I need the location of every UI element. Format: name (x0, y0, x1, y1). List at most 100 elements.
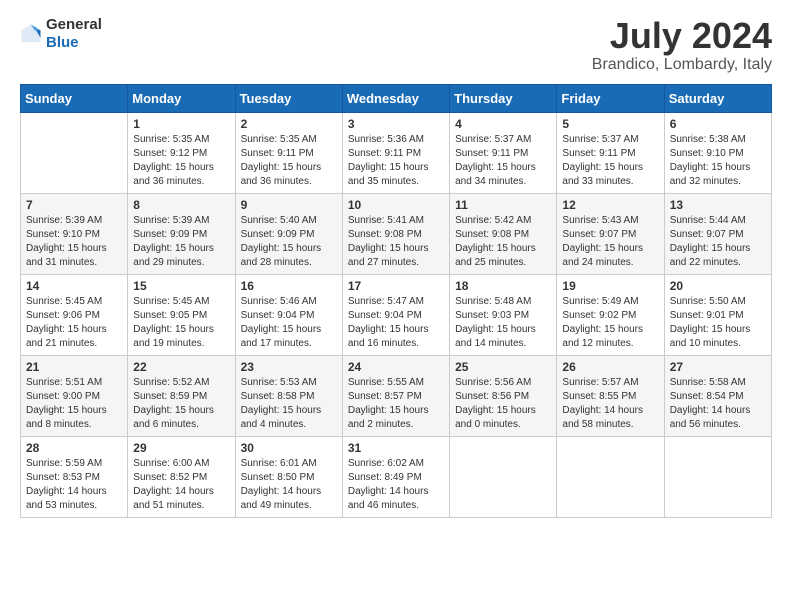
day-number: 6 (670, 117, 766, 131)
day-info: Sunrise: 5:47 AMSunset: 9:04 PMDaylight:… (348, 295, 444, 351)
day-number: 1 (133, 117, 229, 131)
calendar-week-row: 28 Sunrise: 5:59 AMSunset: 8:53 PMDayligh… (21, 436, 772, 517)
day-number: 17 (348, 279, 444, 293)
calendar-cell: 13 Sunrise: 5:44 AMSunset: 9:07 PMDayligh… (664, 193, 771, 274)
day-info: Sunrise: 6:00 AMSunset: 8:52 PMDaylight:… (133, 457, 229, 513)
day-info: Sunrise: 5:56 AMSunset: 8:56 PMDaylight:… (455, 376, 551, 432)
day-number: 28 (26, 441, 122, 455)
day-info: Sunrise: 5:48 AMSunset: 9:03 PMDaylight:… (455, 295, 551, 351)
day-number: 22 (133, 360, 229, 374)
day-info: Sunrise: 5:49 AMSunset: 9:02 PMDaylight:… (562, 295, 658, 351)
day-number: 10 (348, 198, 444, 212)
day-info: Sunrise: 5:58 AMSunset: 8:54 PMDaylight:… (670, 376, 766, 432)
day-number: 13 (670, 198, 766, 212)
calendar-cell (21, 112, 128, 193)
weekday-row: SundayMondayTuesdayWednesdayThursdayFrid… (21, 84, 772, 112)
day-info: Sunrise: 5:46 AMSunset: 9:04 PMDaylight:… (241, 295, 337, 351)
calendar-cell: 9 Sunrise: 5:40 AMSunset: 9:09 PMDaylight… (235, 193, 342, 274)
header: General Blue July 2024 Brandico, Lombard… (20, 16, 772, 74)
day-info: Sunrise: 5:51 AMSunset: 9:00 PMDaylight:… (26, 376, 122, 432)
day-info: Sunrise: 5:39 AMSunset: 9:10 PMDaylight:… (26, 214, 122, 270)
day-number: 31 (348, 441, 444, 455)
calendar-cell: 14 Sunrise: 5:45 AMSunset: 9:06 PMDayligh… (21, 274, 128, 355)
weekday-header: Thursday (450, 84, 557, 112)
day-info: Sunrise: 5:38 AMSunset: 9:10 PMDaylight:… (670, 133, 766, 189)
day-info: Sunrise: 5:37 AMSunset: 9:11 PMDaylight:… (455, 133, 551, 189)
day-info: Sunrise: 5:43 AMSunset: 9:07 PMDaylight:… (562, 214, 658, 270)
day-info: Sunrise: 5:52 AMSunset: 8:59 PMDaylight:… (133, 376, 229, 432)
calendar-cell: 30Sunrise: 6:01 AMSunset: 8:50 PMDayligh… (235, 436, 342, 517)
day-info: Sunrise: 5:35 AMSunset: 9:12 PMDaylight:… (133, 133, 229, 189)
day-number: 5 (562, 117, 658, 131)
day-number: 26 (562, 360, 658, 374)
calendar-cell: 23 Sunrise: 5:53 AMSunset: 8:58 PMDayligh… (235, 355, 342, 436)
day-number: 16 (241, 279, 337, 293)
day-number: 24 (348, 360, 444, 374)
calendar-cell: 16 Sunrise: 5:46 AMSunset: 9:04 PMDayligh… (235, 274, 342, 355)
weekday-header: Saturday (664, 84, 771, 112)
day-number: 19 (562, 279, 658, 293)
day-number: 4 (455, 117, 551, 131)
calendar-cell (664, 436, 771, 517)
calendar-cell: 6 Sunrise: 5:38 AMSunset: 9:10 PMDaylight… (664, 112, 771, 193)
calendar-cell: 28 Sunrise: 5:59 AMSunset: 8:53 PMDayligh… (21, 436, 128, 517)
day-info: Sunrise: 5:42 AMSunset: 9:08 PMDaylight:… (455, 214, 551, 270)
day-number: 14 (26, 279, 122, 293)
day-number: 18 (455, 279, 551, 293)
calendar-cell: 1 Sunrise: 5:35 AMSunset: 9:12 PMDaylight… (128, 112, 235, 193)
logo: General Blue (20, 16, 102, 52)
day-info: Sunrise: 5:40 AMSunset: 9:09 PMDaylight:… (241, 214, 337, 270)
calendar-header: SundayMondayTuesdayWednesdayThursdayFrid… (21, 84, 772, 112)
calendar-cell: 3 Sunrise: 5:36 AMSunset: 9:11 PMDaylight… (342, 112, 449, 193)
calendar-cell: 25Sunrise: 5:56 AMSunset: 8:56 PMDayligh… (450, 355, 557, 436)
day-number: 11 (455, 198, 551, 212)
calendar-cell (557, 436, 664, 517)
calendar-cell: 5Sunrise: 5:37 AMSunset: 9:11 PMDaylight… (557, 112, 664, 193)
day-number: 8 (133, 198, 229, 212)
calendar-cell: 17 Sunrise: 5:47 AMSunset: 9:04 PMDayligh… (342, 274, 449, 355)
calendar-cell: 4 Sunrise: 5:37 AMSunset: 9:11 PMDaylight… (450, 112, 557, 193)
day-info: Sunrise: 5:45 AMSunset: 9:06 PMDaylight:… (26, 295, 122, 351)
day-info: Sunrise: 5:59 AMSunset: 8:53 PMDaylight:… (26, 457, 122, 513)
weekday-header: Friday (557, 84, 664, 112)
calendar-cell: 2Sunrise: 5:35 AMSunset: 9:11 PMDaylight… (235, 112, 342, 193)
day-info: Sunrise: 5:55 AMSunset: 8:57 PMDaylight:… (348, 376, 444, 432)
logo-text: General Blue (46, 16, 102, 52)
calendar-cell: 11 Sunrise: 5:42 AMSunset: 9:08 PMDayligh… (450, 193, 557, 274)
day-info: Sunrise: 5:41 AMSunset: 9:08 PMDaylight:… (348, 214, 444, 270)
calendar-cell: 8Sunrise: 5:39 AMSunset: 9:09 PMDaylight… (128, 193, 235, 274)
calendar-cell: 29 Sunrise: 6:00 AMSunset: 8:52 PMDayligh… (128, 436, 235, 517)
calendar-week-row: 1 Sunrise: 5:35 AMSunset: 9:12 PMDaylight… (21, 112, 772, 193)
calendar-cell: 7 Sunrise: 5:39 AMSunset: 9:10 PMDaylight… (21, 193, 128, 274)
day-info: Sunrise: 5:36 AMSunset: 9:11 PMDaylight:… (348, 133, 444, 189)
day-info: Sunrise: 5:45 AMSunset: 9:05 PMDaylight:… (133, 295, 229, 351)
calendar-body: 1 Sunrise: 5:35 AMSunset: 9:12 PMDaylight… (21, 112, 772, 517)
day-number: 7 (26, 198, 122, 212)
calendar-cell (450, 436, 557, 517)
day-info: Sunrise: 6:01 AMSunset: 8:50 PMDaylight:… (241, 457, 337, 513)
calendar-week-row: 14 Sunrise: 5:45 AMSunset: 9:06 PMDayligh… (21, 274, 772, 355)
day-info: Sunrise: 5:57 AMSunset: 8:55 PMDaylight:… (562, 376, 658, 432)
day-number: 9 (241, 198, 337, 212)
day-info: Sunrise: 6:02 AMSunset: 8:49 PMDaylight:… (348, 457, 444, 513)
calendar-cell: 26 Sunrise: 5:57 AMSunset: 8:55 PMDayligh… (557, 355, 664, 436)
calendar: SundayMondayTuesdayWednesdayThursdayFrid… (20, 84, 772, 518)
calendar-cell: 21Sunrise: 5:51 AMSunset: 9:00 PMDayligh… (21, 355, 128, 436)
day-info: Sunrise: 5:53 AMSunset: 8:58 PMDaylight:… (241, 376, 337, 432)
calendar-cell: 10 Sunrise: 5:41 AMSunset: 9:08 PMDayligh… (342, 193, 449, 274)
weekday-header: Wednesday (342, 84, 449, 112)
calendar-week-row: 7 Sunrise: 5:39 AMSunset: 9:10 PMDaylight… (21, 193, 772, 274)
day-number: 23 (241, 360, 337, 374)
weekday-header: Tuesday (235, 84, 342, 112)
day-number: 29 (133, 441, 229, 455)
calendar-cell: 12Sunrise: 5:43 AMSunset: 9:07 PMDayligh… (557, 193, 664, 274)
day-number: 3 (348, 117, 444, 131)
weekday-header: Sunday (21, 84, 128, 112)
calendar-cell: 31 Sunrise: 6:02 AMSunset: 8:49 PMDayligh… (342, 436, 449, 517)
month-title: July 2024 (592, 16, 772, 56)
day-info: Sunrise: 5:44 AMSunset: 9:07 PMDaylight:… (670, 214, 766, 270)
calendar-cell: 27Sunrise: 5:58 AMSunset: 8:54 PMDayligh… (664, 355, 771, 436)
day-info: Sunrise: 5:35 AMSunset: 9:11 PMDaylight:… (241, 133, 337, 189)
title-block: July 2024 Brandico, Lombardy, Italy (592, 16, 772, 74)
day-number: 15 (133, 279, 229, 293)
